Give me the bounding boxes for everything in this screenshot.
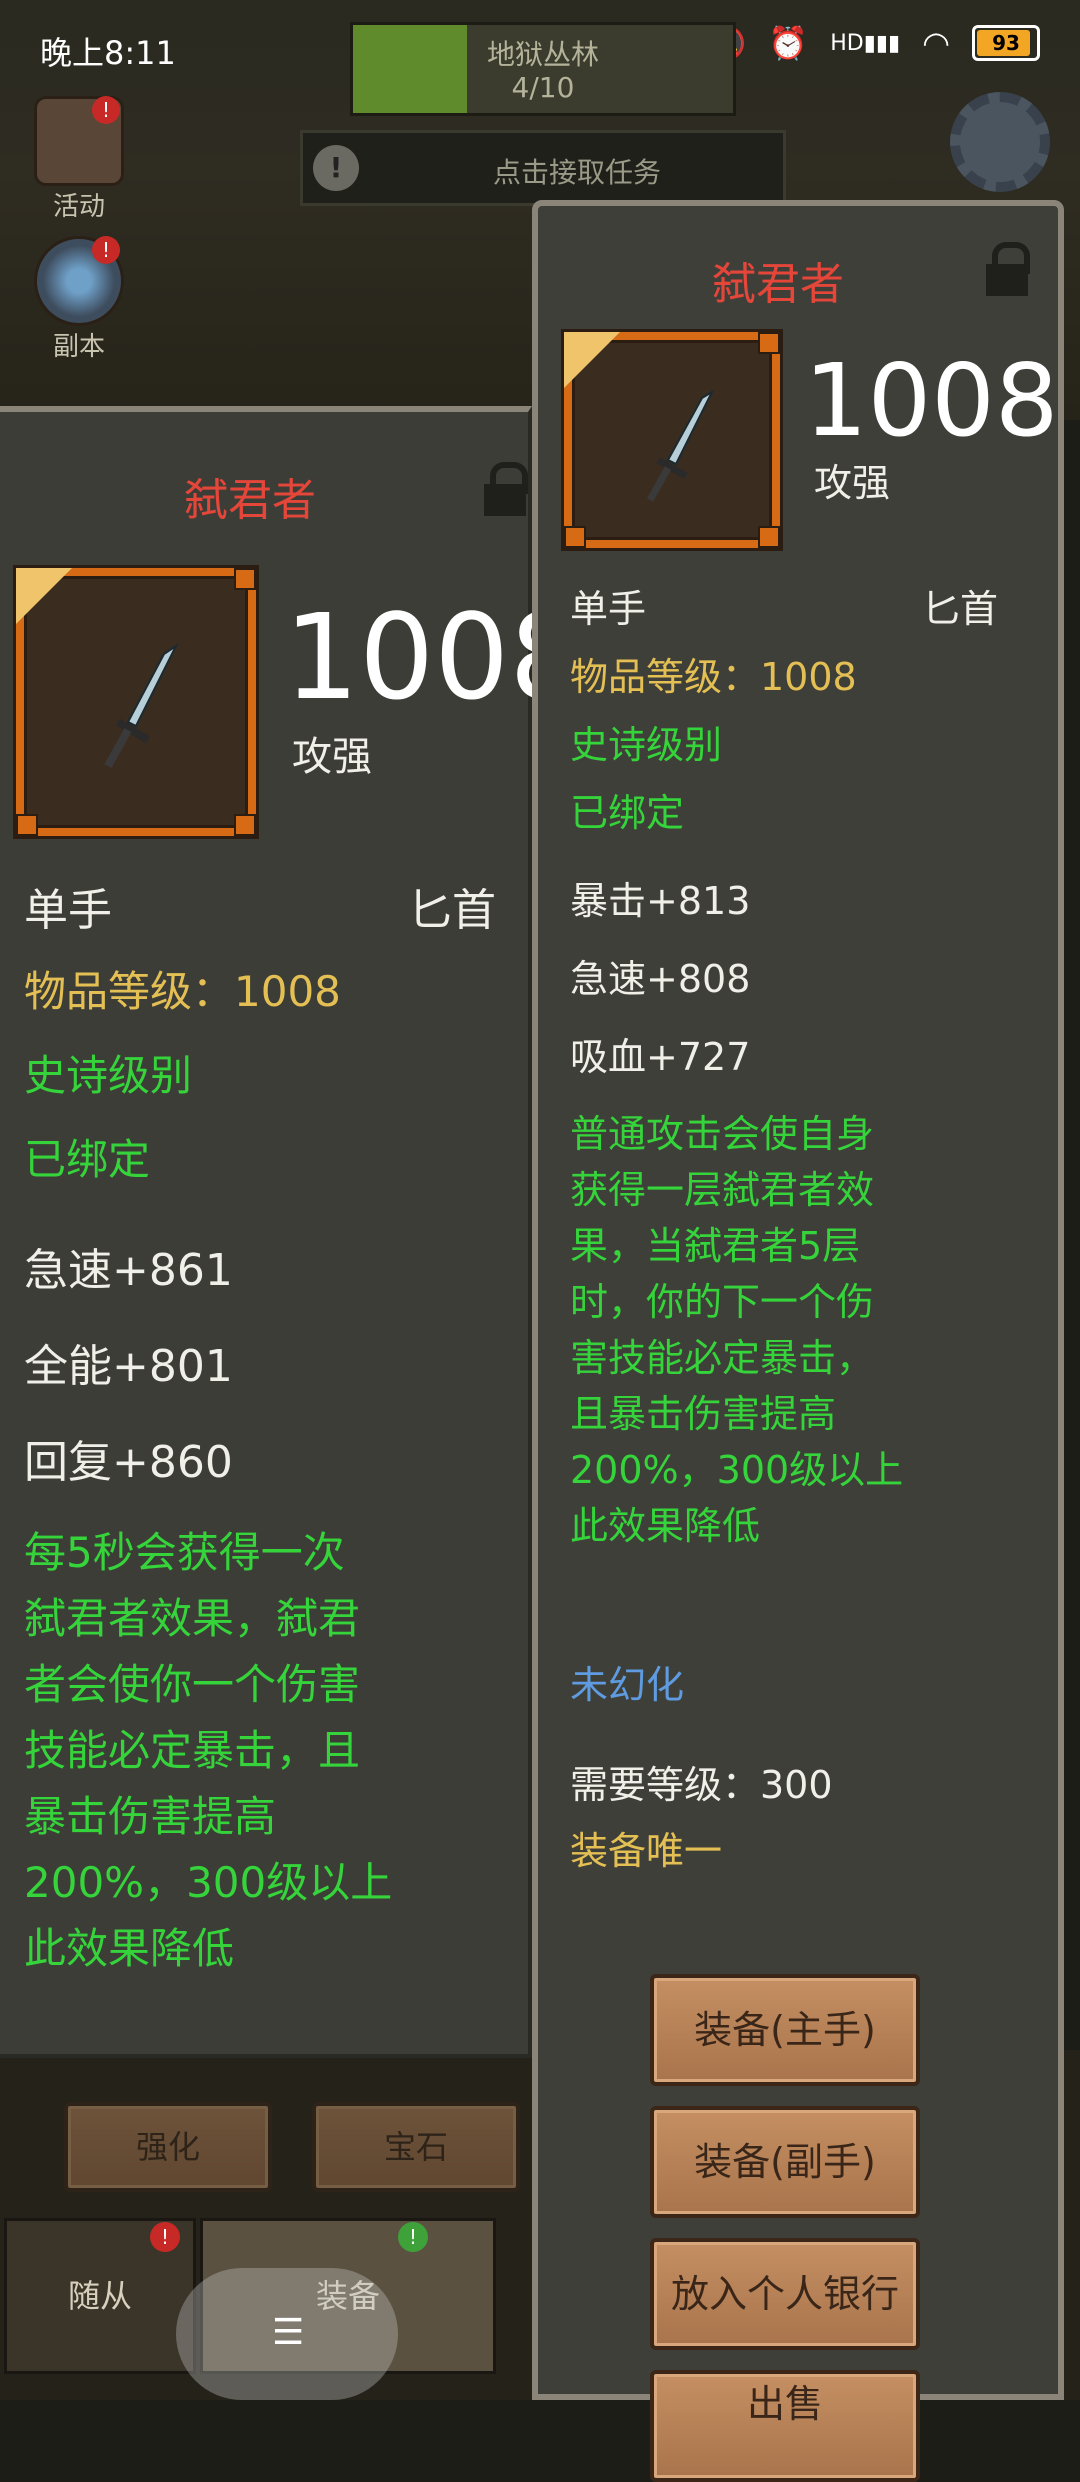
primary-stat-type: 攻强 [814,461,891,505]
dagger-icon [646,389,715,502]
item-icon-frame [16,568,256,836]
hand-type: 单手 [24,885,112,936]
item-name: 弑君者 [712,259,844,310]
equip-main-hand-button[interactable]: 装备(主手) [650,1974,920,2086]
gear-icon[interactable] [950,92,1050,192]
zone-progress-text: 4/10 [511,71,575,104]
item-name: 弑君者 [184,475,316,526]
wifi-icon: ◠ [922,24,950,62]
primary-stat-type: 攻强 [292,734,372,780]
alert-badge: ! [92,96,120,124]
weapon-type: 匕首 [408,885,496,936]
item-level-line: 物品等级：1008 [24,967,341,1016]
bind-status: 已绑定 [24,1135,151,1184]
activity-button[interactable]: ! 活动 [24,96,134,223]
stat-line: 全能+801 [24,1341,233,1392]
quest-bar[interactable]: ! 点击接取任务 [300,130,786,206]
required-level: 需要等级：300 [570,1763,833,1807]
item-level-large: 1008 [804,342,1059,459]
clock: 晚上8:11 [40,34,176,72]
deposit-bank-button[interactable]: 放入个人银行 [650,2238,920,2350]
new-item-tooltip: 弑君者 1008 攻强 单手 匕首 物品等级：1008 史诗级别 已绑定 暴击+… [532,200,1064,2482]
stat-line: 回复+860 [24,1437,233,1488]
zone-name: 地狱丛林 [486,38,599,71]
alert-badge: ! [92,236,120,264]
dungeon-button[interactable]: ! 副本 [24,236,134,363]
item-effect-text: 每5秒会获得一次 弑君者效果，弑君 者会使你一个伤害 技能必定暴击，且 暴击伤害… [24,1528,393,1973]
hand-type: 单手 [570,587,647,631]
exclamation-icon: ! [313,145,359,191]
lock-icon[interactable] [986,242,1030,296]
dagger-icon [104,643,179,768]
equipped-item-tooltip: 弑君者 1008 攻强 单手 匕首 物品等级：1008 史诗级别 已绑定 急速+… [0,406,584,2058]
nav-pill[interactable]: ☰ [176,2268,398,2400]
alert-badge: ! [398,2222,428,2252]
item-effect-text: 普通攻击会使自身 获得一层弑君者效 果，当弑君者5层 时，你的下一个伤 害技能必… [570,1112,904,1548]
weapon-type: 匕首 [922,587,999,631]
enhance-button[interactable]: 强化 [64,2102,272,2192]
menu-icon[interactable]: ☰ [272,2312,304,2353]
item-quality: 史诗级别 [24,1051,193,1100]
item-icon-frame [564,332,780,548]
lock-icon[interactable] [484,462,528,516]
stat-line: 吸血+727 [570,1035,751,1079]
tab-followers-label: 随从 [67,2277,132,2315]
battery-icon: 93 [972,25,1040,61]
item-quality: 史诗级别 [570,723,723,767]
equip-off-hand-button[interactable]: 装备(副手) [650,2106,920,2218]
activity-label: 活动 [52,192,105,222]
signal-icon: HD▮▮▮ [830,30,901,56]
stat-line: 暴击+813 [570,879,751,923]
unique-equipped: 装备唯一 [570,1829,723,1873]
quest-label: 点击接取任务 [493,156,662,189]
stat-line: 急速+861 [24,1245,233,1296]
sell-button[interactable]: 出售 [650,2370,920,2482]
bind-status: 已绑定 [570,791,685,835]
item-level-line: 物品等级：1008 [570,655,857,699]
stat-line: 急速+808 [570,957,751,1001]
battery-level: 93 [992,31,1020,55]
alert-badge: ! [150,2222,180,2252]
alarm-icon: ⏰ [768,24,809,62]
dungeon-label: 副本 [52,332,105,362]
gem-button[interactable]: 宝石 [312,2102,520,2192]
network-type-label: HD [830,30,864,56]
zone-progress-bar[interactable]: 地狱丛林 4/10 [350,22,736,116]
transmog-status: 未幻化 [570,1663,685,1707]
